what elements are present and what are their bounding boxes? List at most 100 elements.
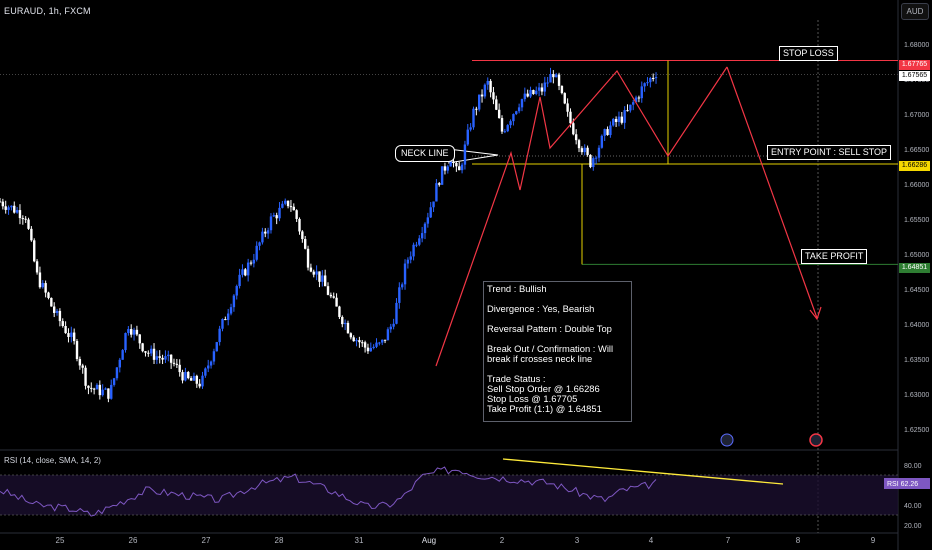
candle-body bbox=[329, 294, 333, 297]
candle-body bbox=[395, 302, 398, 324]
candle-body bbox=[298, 218, 301, 232]
candle-body bbox=[606, 129, 609, 136]
candle-body bbox=[184, 372, 187, 381]
candle-body bbox=[147, 352, 150, 354]
candle-body bbox=[455, 163, 458, 167]
candle-body bbox=[546, 82, 549, 84]
candle-body bbox=[195, 375, 199, 384]
candle-body bbox=[1, 201, 5, 207]
candle-body bbox=[306, 248, 310, 268]
candle-body bbox=[132, 329, 136, 335]
candle-body bbox=[18, 210, 22, 219]
time-axis-tick: 8 bbox=[796, 536, 801, 545]
candle-body bbox=[124, 333, 127, 351]
candle-body bbox=[460, 164, 464, 171]
candle-body bbox=[409, 256, 412, 260]
candle-body bbox=[249, 262, 253, 264]
candle-body bbox=[449, 161, 452, 167]
candle-body bbox=[286, 200, 290, 207]
candle-body bbox=[7, 207, 10, 210]
candle-body bbox=[55, 310, 59, 313]
candle-body bbox=[75, 341, 79, 360]
candle-body bbox=[241, 269, 244, 275]
candle-body bbox=[312, 271, 315, 275]
candle-body bbox=[21, 218, 25, 220]
candle-body bbox=[95, 384, 99, 390]
candle-body bbox=[400, 284, 404, 288]
candle-body bbox=[104, 388, 107, 390]
candle-body bbox=[335, 297, 338, 307]
candle-body bbox=[349, 333, 353, 338]
candle-body bbox=[181, 372, 184, 381]
candle-body bbox=[33, 240, 36, 262]
candle-body bbox=[432, 201, 435, 208]
candle-body bbox=[480, 94, 484, 97]
candle-body bbox=[520, 99, 524, 108]
candle-body bbox=[626, 110, 629, 112]
candle-body bbox=[372, 346, 375, 348]
candle-body bbox=[358, 340, 361, 343]
candle-body bbox=[594, 157, 598, 159]
candle-body bbox=[603, 129, 606, 136]
candle-body bbox=[38, 272, 42, 288]
candle-body bbox=[218, 328, 221, 343]
candle-body bbox=[489, 80, 492, 93]
time-axis-tick: 7 bbox=[726, 536, 731, 545]
candle-body bbox=[13, 205, 16, 213]
candle-body bbox=[229, 307, 233, 314]
candle-body bbox=[92, 388, 96, 390]
candle-body bbox=[27, 219, 30, 229]
candle-body bbox=[238, 274, 241, 287]
candle-body bbox=[321, 275, 324, 282]
candle-body bbox=[346, 322, 350, 334]
candle-body bbox=[70, 332, 73, 337]
time-axis-tick: 4 bbox=[649, 536, 654, 545]
price-axis-tick: 1.65000 bbox=[904, 252, 929, 259]
candle-body bbox=[289, 206, 293, 208]
rsi-axis-tick: 20.00 bbox=[904, 523, 922, 530]
candle-body bbox=[563, 93, 566, 104]
price-axis-tick: 1.62500 bbox=[904, 427, 929, 434]
candle-body bbox=[566, 103, 569, 112]
candle-body bbox=[497, 109, 501, 119]
time-axis-tick: 2 bbox=[500, 536, 505, 545]
candle-body bbox=[389, 326, 392, 330]
rsi-band bbox=[0, 475, 898, 515]
candle-body bbox=[135, 329, 139, 335]
candle-body bbox=[420, 233, 424, 239]
candle-body bbox=[232, 295, 236, 308]
candle-body bbox=[301, 231, 304, 240]
candle-body bbox=[192, 375, 196, 381]
candle-body bbox=[537, 87, 541, 91]
candle-body bbox=[212, 351, 216, 362]
currency-button[interactable]: AUD bbox=[901, 3, 929, 20]
candle-body bbox=[235, 286, 238, 296]
projection-line bbox=[726, 66, 818, 319]
candle-body bbox=[649, 77, 652, 83]
candle-body bbox=[577, 140, 581, 149]
candle-body bbox=[118, 359, 121, 368]
candle-body bbox=[318, 271, 321, 282]
candle-body bbox=[446, 166, 450, 171]
rsi-axis-tick: 80.00 bbox=[904, 463, 922, 470]
candle-body bbox=[640, 86, 643, 99]
candle-body bbox=[201, 375, 204, 387]
candle-body bbox=[435, 183, 438, 202]
candle-body bbox=[78, 359, 82, 366]
time-axis-tick: Aug bbox=[422, 536, 436, 545]
candle-body bbox=[221, 319, 224, 329]
note-breakout: Break Out / Confirmation : Will break if… bbox=[487, 343, 614, 364]
candle-body bbox=[574, 134, 578, 141]
candle-body bbox=[87, 385, 90, 388]
candle-body bbox=[629, 104, 632, 111]
candle-body bbox=[609, 125, 612, 136]
candle-body bbox=[284, 200, 287, 204]
note-trend: Trend : Bullish bbox=[487, 283, 547, 294]
candle-body bbox=[355, 340, 358, 342]
candle-body bbox=[309, 267, 313, 272]
candle-body bbox=[255, 245, 258, 260]
candle-body bbox=[90, 387, 93, 389]
candle-body bbox=[149, 348, 153, 354]
candle-body bbox=[115, 367, 119, 379]
candle-body bbox=[438, 183, 441, 185]
